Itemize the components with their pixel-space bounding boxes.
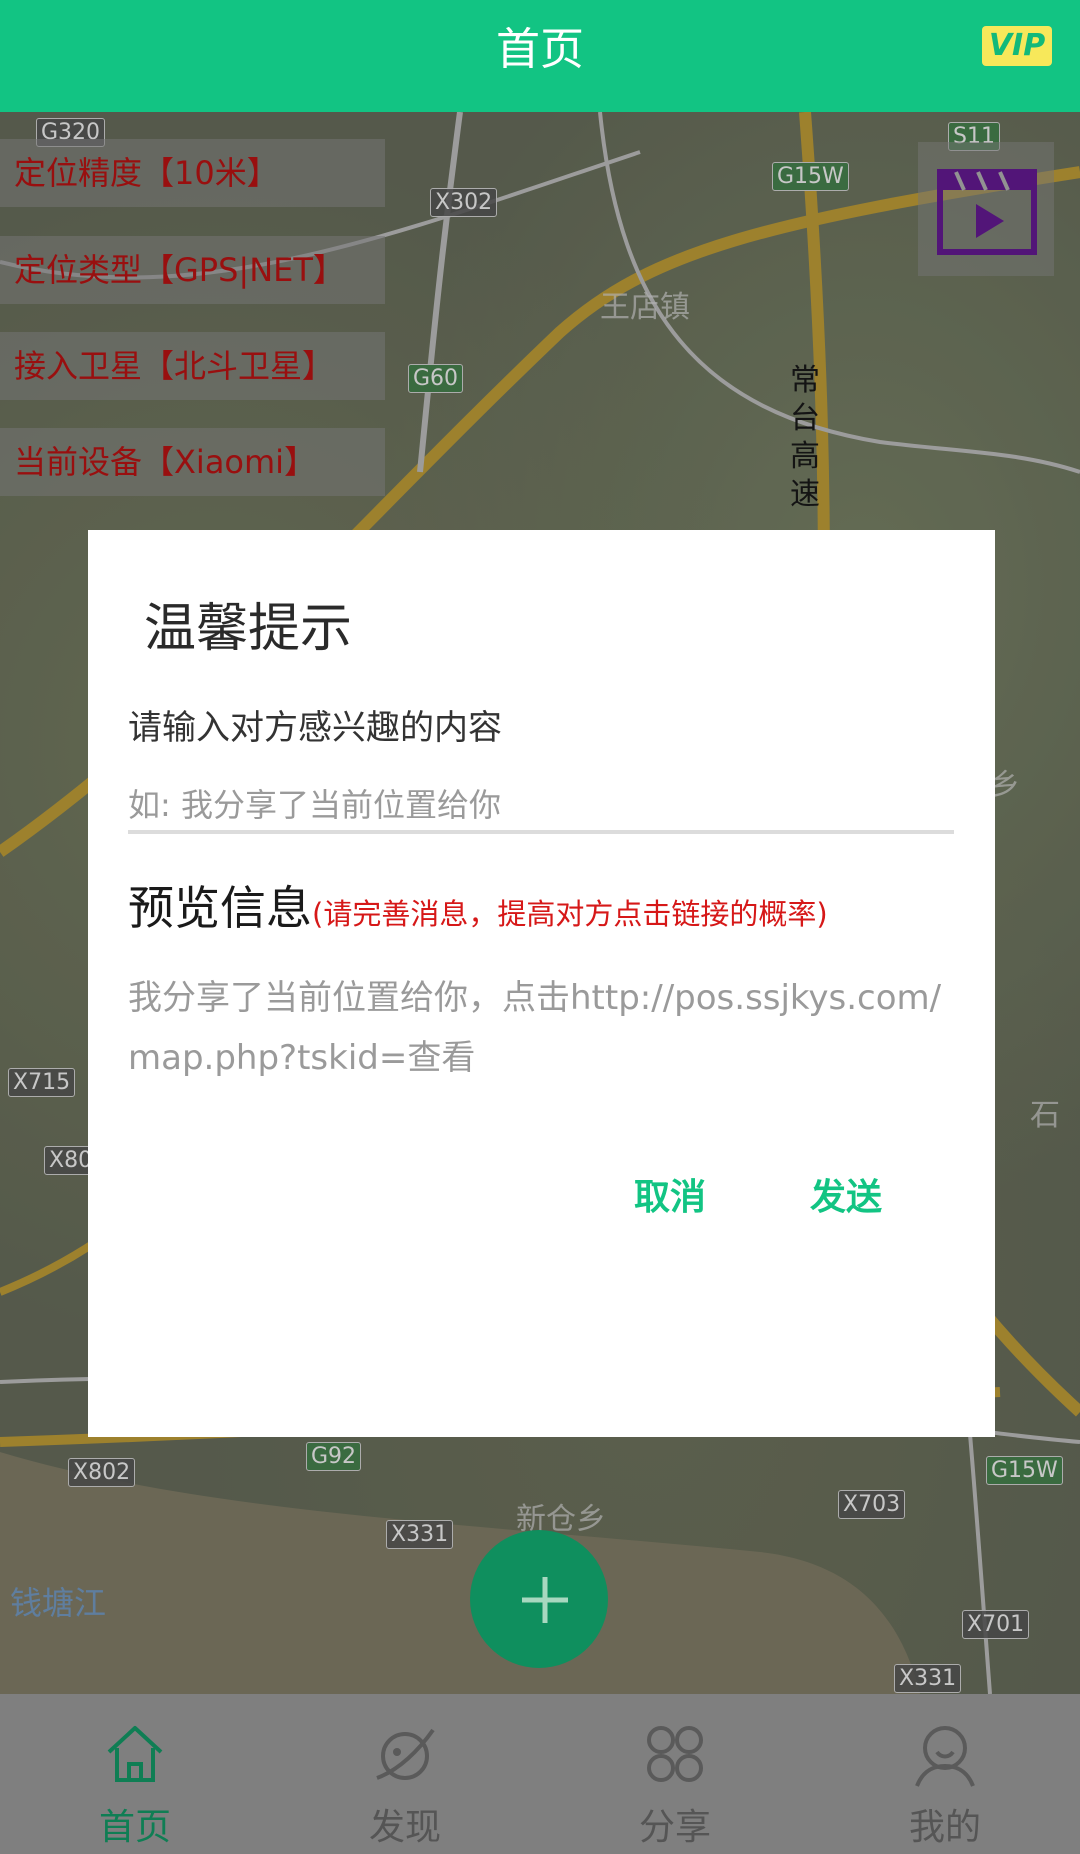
page-title: 首页 [496,24,584,75]
road-label: G60 [408,364,464,393]
road-label: G15W [986,1456,1063,1485]
planet-icon [376,1728,435,1780]
app-header: 首页 VIP [0,0,1080,112]
place-label: 王店镇 [600,290,690,325]
send-button[interactable]: 发送 [794,1158,898,1230]
preview-hint: (请完善消息，提高对方点击链接的概率) [312,897,828,931]
vip-badge[interactable]: VIP [982,26,1052,66]
plus-icon [522,1577,568,1623]
nav-home[interactable]: 首页 [0,1694,270,1854]
road-label: X302 [430,188,498,217]
road-label: X701 [962,1610,1030,1639]
preview-title: 预览信息 [128,881,312,935]
road-label: X331 [386,1520,454,1549]
grid-icon [647,1726,703,1782]
dialog-title: 温馨提示 [144,599,353,659]
location-type-box: 定位类型【GPS|NET】 [0,236,385,304]
tip-dialog: 温馨提示 请输入对方感兴趣的内容 预览信息(请完善消息，提高对方点击链接的概率)… [88,530,995,1437]
preview-text: 我分享了当前位置给你，点击http://pos.ssjkys.com/map.p… [128,978,942,1078]
nav-label: 发现 [368,1807,441,1848]
add-button[interactable] [470,1530,608,1668]
content-label: 请输入对方感兴趣的内容 [128,708,502,748]
road-label: X802 [68,1458,136,1487]
nav-mine[interactable]: 我的 [810,1694,1080,1854]
place-label: 石 [1030,1098,1060,1133]
video-clapper-icon [937,169,1037,255]
home-icon [107,1726,163,1782]
satellite-box: 接入卫星【北斗卫星】 [0,332,385,400]
preview-header: 预览信息(请完善消息，提高对方点击链接的概率) [128,872,968,938]
video-button[interactable] [918,142,1054,276]
road-label: X331 [894,1664,962,1693]
road-label: X715 [8,1068,76,1097]
nav-label: 我的 [908,1807,981,1848]
nav-discover[interactable]: 发现 [270,1694,540,1854]
nav-share[interactable]: 分享 [540,1694,810,1854]
user-icon [915,1726,975,1787]
location-accuracy-box: 定位精度【10米】 [0,139,385,207]
road-label: G15W [772,162,849,191]
content-input[interactable] [128,780,954,834]
road-label: G92 [306,1442,362,1471]
place-label: 常台高速 [790,363,820,512]
road-label: X703 [838,1490,906,1519]
bottom-nav: 首页 发现 分享 我的 [0,1694,1080,1854]
nav-label: 首页 [98,1807,171,1848]
nav-label: 分享 [638,1807,711,1848]
river-label: 钱塘江 [10,1584,107,1622]
device-box: 当前设备【Xiaomi】 [0,428,385,496]
cancel-button[interactable]: 取消 [618,1158,722,1230]
